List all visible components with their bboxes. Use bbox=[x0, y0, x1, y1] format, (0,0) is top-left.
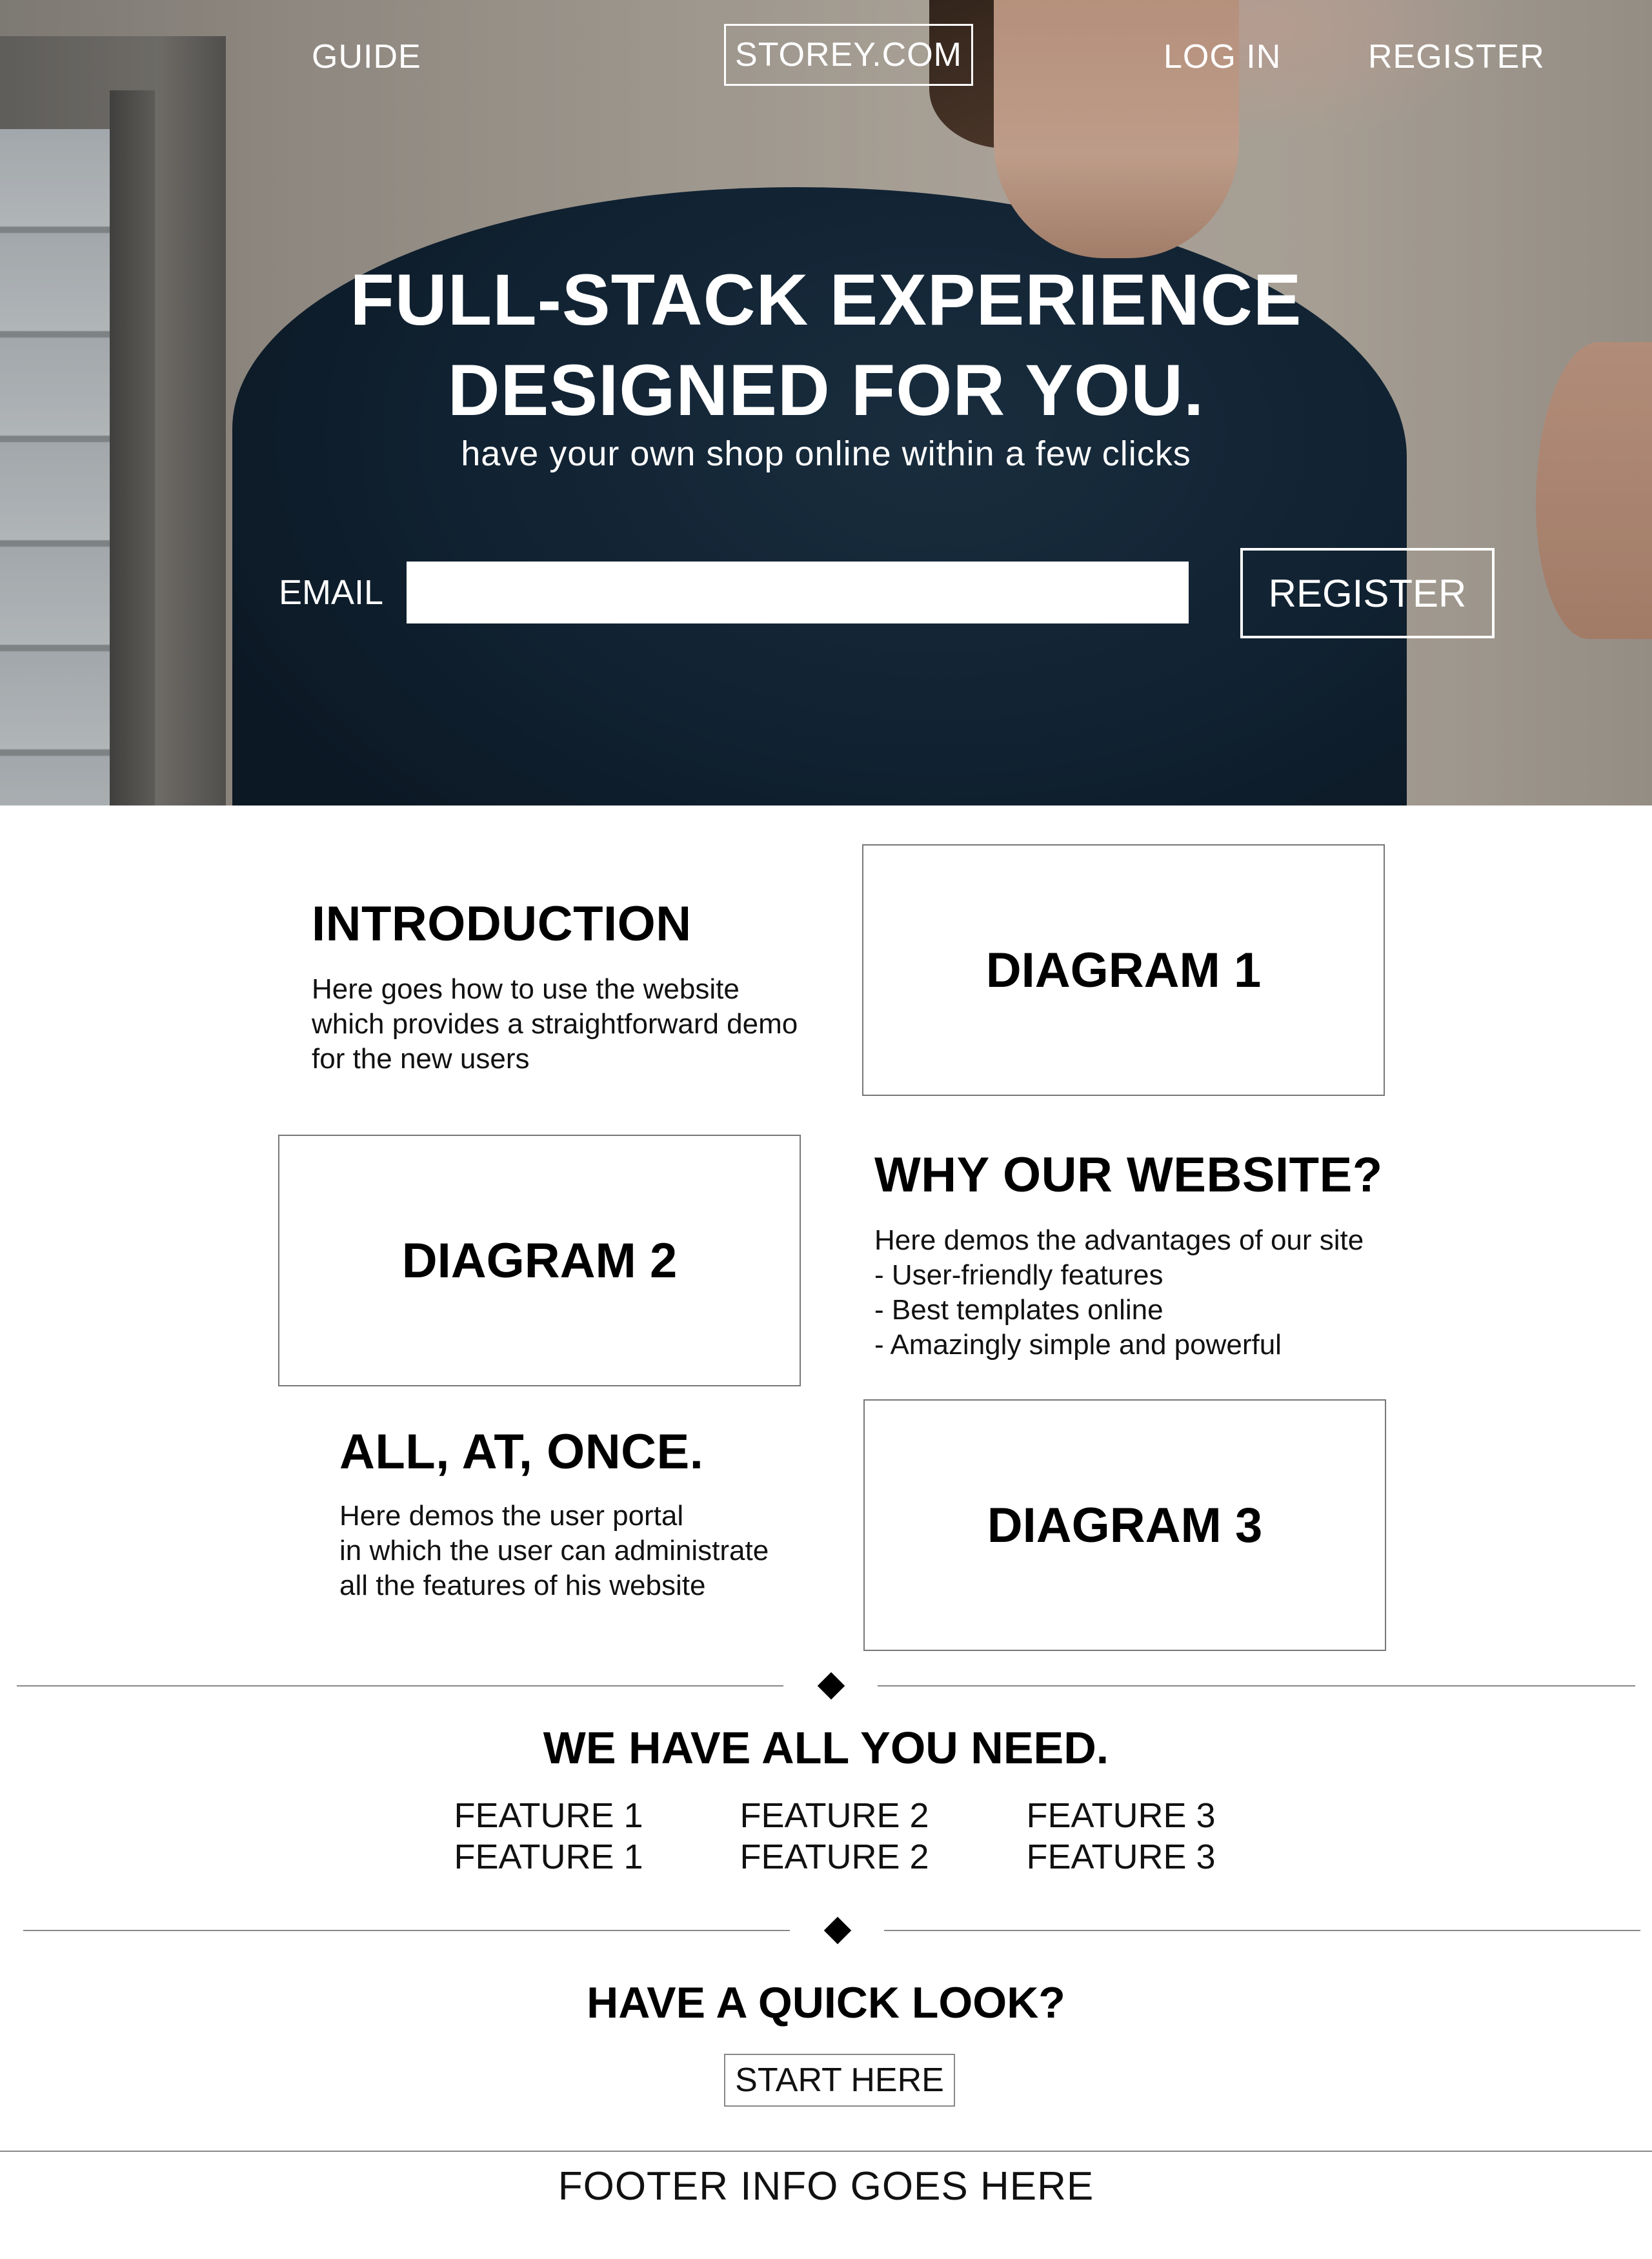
why-line: - User-friendly features bbox=[874, 1259, 1163, 1291]
all-at-once-text: Here demos the user portal in which the … bbox=[339, 1499, 769, 1603]
feature-item: FEATURE 1 bbox=[454, 1796, 643, 1835]
introduction-heading: INTRODUCTION bbox=[312, 897, 692, 951]
hero-title: FULL-STACK EXPERIENCE DESIGNED FOR YOU. bbox=[0, 255, 1652, 436]
divider-line bbox=[23, 1930, 790, 1931]
divider-line bbox=[884, 1930, 1640, 1931]
footer-divider bbox=[0, 2151, 1652, 2152]
nav-login-link[interactable]: LOG IN bbox=[1163, 37, 1281, 76]
all-at-once-line: in which the user can administrate bbox=[339, 1535, 769, 1566]
why-line: Here demos the advantages of our site bbox=[874, 1224, 1364, 1256]
diagram-3-label: DIAGRAM 3 bbox=[987, 1497, 1263, 1553]
email-label: EMAIL bbox=[279, 573, 384, 612]
introduction-line: Here goes how to use the website bbox=[312, 973, 740, 1005]
diagram-3-placeholder: DIAGRAM 3 bbox=[863, 1399, 1386, 1651]
divider-line bbox=[878, 1685, 1635, 1687]
why-line: - Best templates online bbox=[874, 1294, 1163, 1326]
hero-title-line-2: DESIGNED FOR YOU. bbox=[447, 350, 1205, 431]
diagram-2-placeholder: DIAGRAM 2 bbox=[278, 1135, 801, 1386]
feature-item: FEATURE 2 bbox=[740, 1838, 929, 1876]
feature-item: FEATURE 3 bbox=[1026, 1796, 1216, 1835]
introduction-text: Here goes how to use the website which p… bbox=[312, 972, 798, 1077]
diagram-1-placeholder: DIAGRAM 1 bbox=[862, 844, 1385, 1096]
diagram-2-label: DIAGRAM 2 bbox=[401, 1233, 678, 1288]
nav-guide-link[interactable]: GUIDE bbox=[312, 37, 421, 76]
diamond-icon bbox=[817, 1672, 845, 1700]
brand-logo[interactable]: STOREY.COM bbox=[724, 24, 973, 86]
quick-look-heading: HAVE A QUICK LOOK? bbox=[587, 1978, 1065, 2027]
start-here-button[interactable]: START HERE bbox=[724, 2054, 955, 2107]
diamond-icon bbox=[823, 1916, 852, 1945]
nav-register-link[interactable]: REGISTER bbox=[1368, 37, 1545, 76]
why-heading: WHY OUR WEBSITE? bbox=[874, 1148, 1383, 1202]
hero-subtitle: have your own shop online within a few c… bbox=[461, 434, 1191, 473]
diagram-1-label: DIAGRAM 1 bbox=[985, 942, 1262, 998]
features-heading: WE HAVE ALL YOU NEED. bbox=[543, 1723, 1109, 1773]
hero-title-line-1: FULL-STACK EXPERIENCE bbox=[350, 259, 1302, 340]
all-at-once-heading: ALL, AT, ONCE. bbox=[339, 1424, 704, 1479]
feature-item: FEATURE 3 bbox=[1026, 1838, 1216, 1876]
all-at-once-line: Here demos the user portal bbox=[339, 1500, 684, 1532]
feature-item: FEATURE 2 bbox=[740, 1796, 929, 1835]
introduction-line: for the new users bbox=[312, 1043, 530, 1075]
divider-line bbox=[17, 1685, 783, 1687]
feature-item: FEATURE 1 bbox=[454, 1838, 643, 1876]
why-line: - Amazingly simple and powerful bbox=[874, 1329, 1282, 1361]
register-button[interactable]: REGISTER bbox=[1240, 548, 1495, 638]
footer-info: FOOTER INFO GOES HERE bbox=[558, 2164, 1094, 2209]
hero-banner: GUIDE STOREY.COM LOG IN REGISTER FULL-ST… bbox=[0, 0, 1652, 805]
why-text: Here demos the advantages of our site - … bbox=[874, 1223, 1364, 1362]
introduction-line: which provides a straightforward demo bbox=[312, 1008, 798, 1040]
all-at-once-line: all the features of his website bbox=[339, 1570, 706, 1601]
email-field[interactable] bbox=[407, 562, 1189, 623]
